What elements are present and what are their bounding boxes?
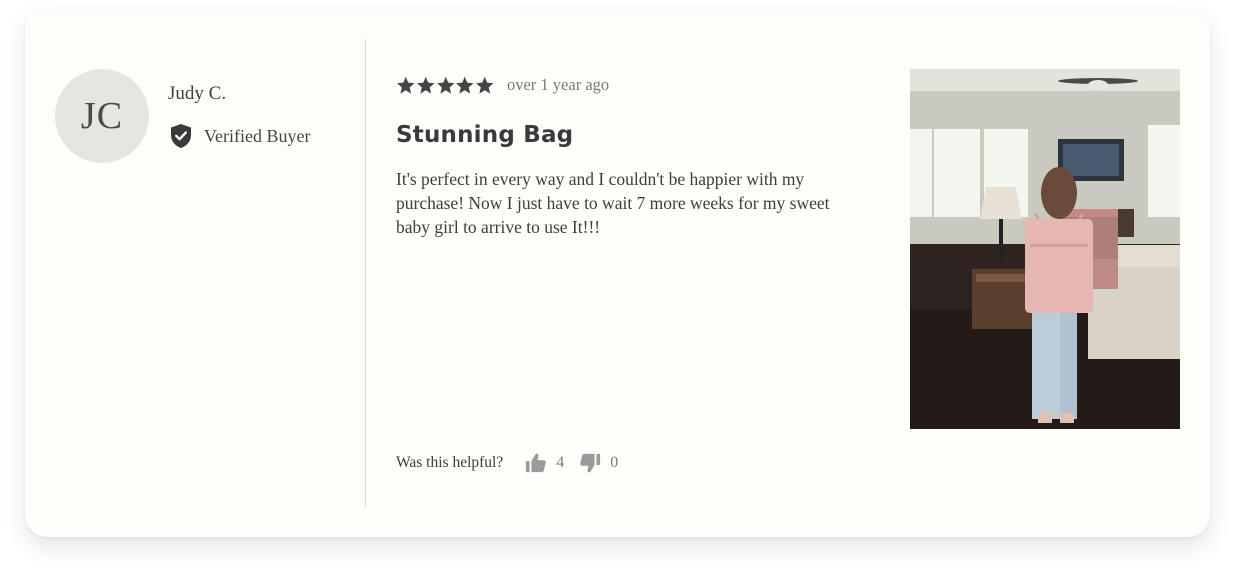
review-title: Stunning Bag xyxy=(396,122,574,148)
avatar-initials: JC xyxy=(80,95,124,137)
review-card: JC Judy C. Verified Buyer over 1 year ag… xyxy=(25,9,1210,537)
star-icon xyxy=(456,76,474,94)
author-name: Judy C. xyxy=(168,83,227,104)
thumbs-down-icon xyxy=(580,453,601,473)
shield-check-icon xyxy=(171,124,191,148)
helpful-row: Was this helpful? 4 0 xyxy=(396,452,618,474)
avatar: JC xyxy=(55,69,149,163)
column-divider xyxy=(365,39,366,507)
star-icon xyxy=(476,76,494,94)
star-icon xyxy=(416,76,435,94)
star-rating xyxy=(396,76,495,95)
helpful-no-button[interactable]: 0 xyxy=(579,452,618,474)
review-date: over 1 year ago xyxy=(506,75,610,94)
review-body: It's perfect in every way and I couldn't… xyxy=(396,169,830,237)
verified-badge: Verified Buyer xyxy=(171,124,310,148)
thumbs-up-icon xyxy=(526,453,547,473)
review-meta: over 1 year ago xyxy=(396,75,609,95)
verified-label: Verified Buyer xyxy=(204,125,311,146)
review-photo[interactable] xyxy=(910,69,1180,429)
star-icon xyxy=(436,76,455,94)
star-icon xyxy=(397,76,415,94)
helpful-yes-button[interactable]: 4 xyxy=(525,452,564,474)
helpful-yes-count: 4 xyxy=(556,454,565,471)
helpful-no-count: 0 xyxy=(610,454,619,471)
helpful-prompt: Was this helpful? xyxy=(396,454,504,471)
